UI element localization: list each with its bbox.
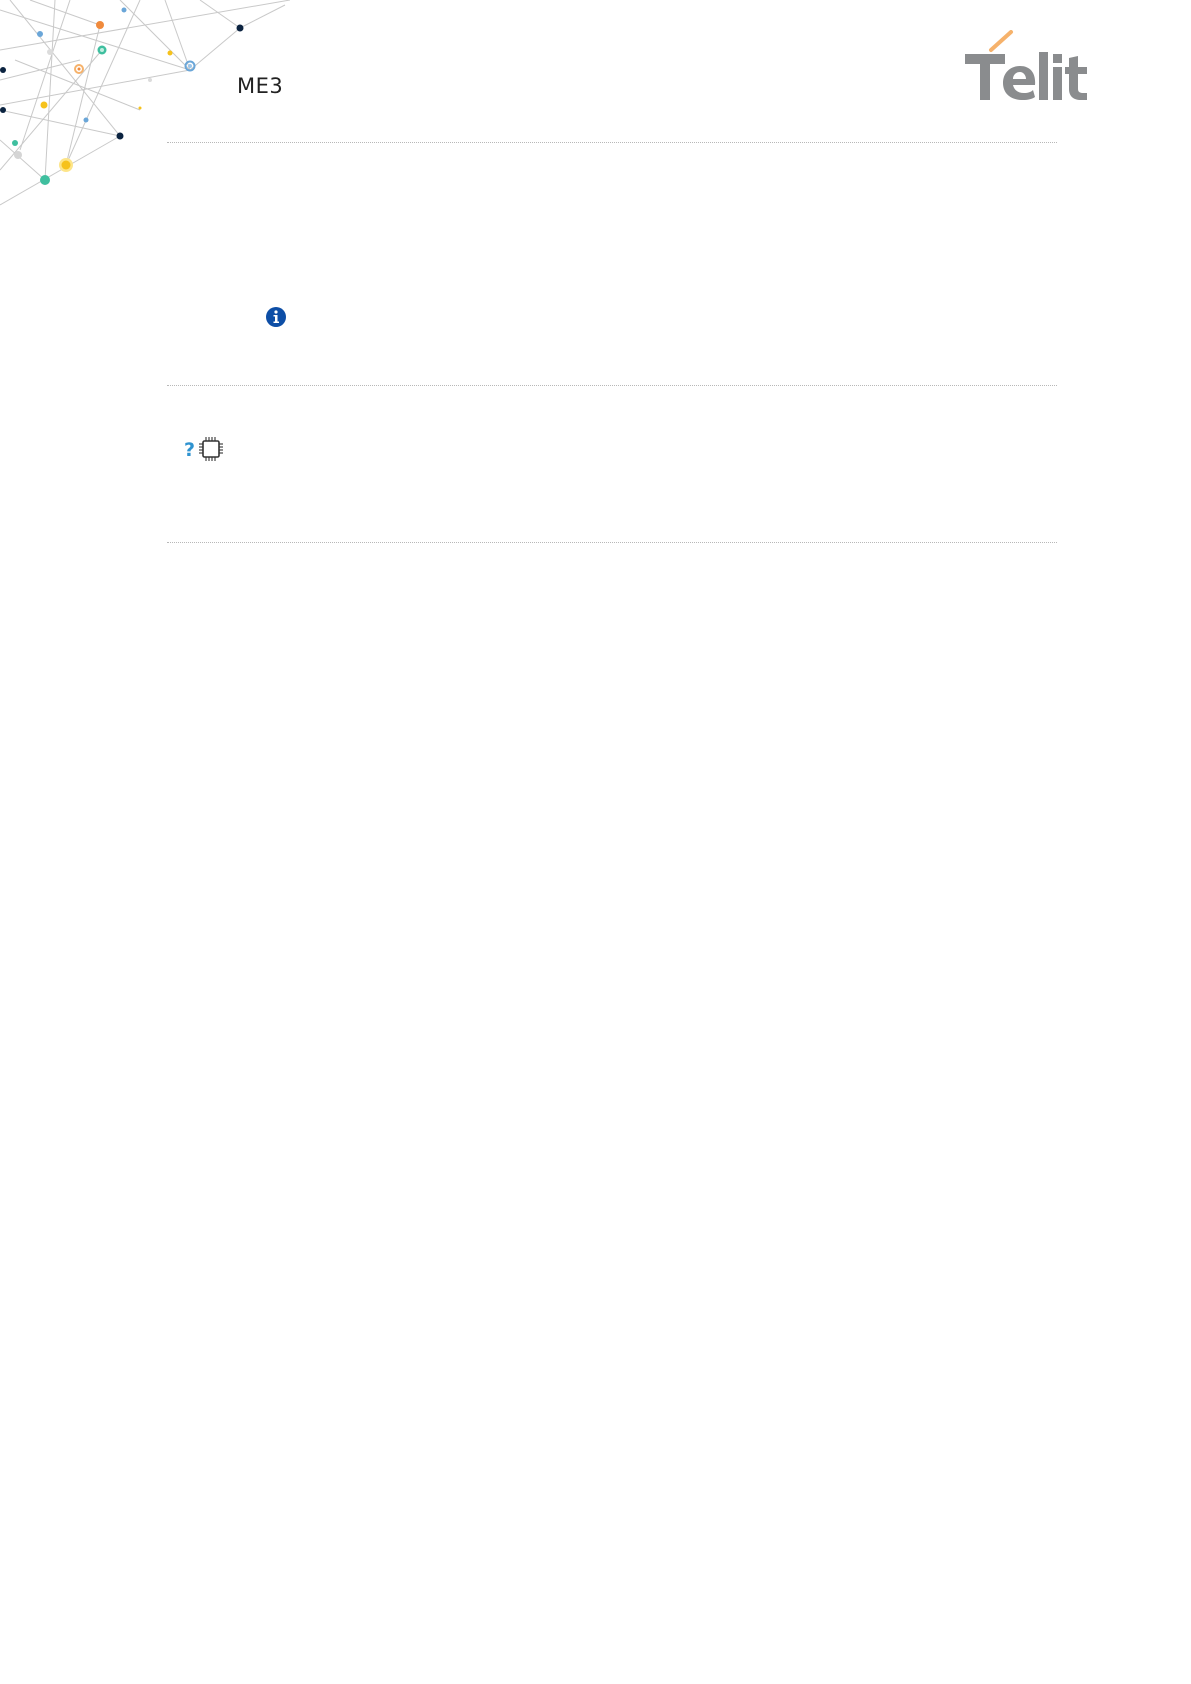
divider-middle (167, 385, 1057, 386)
divider-top (167, 142, 1057, 143)
question-icon: ? (184, 439, 195, 461)
question-chip-icon-group: ? (183, 435, 225, 463)
network-decoration (0, 0, 290, 206)
svg-text:?: ? (184, 439, 195, 461)
info-icon (266, 307, 286, 327)
telit-logo (965, 30, 1087, 100)
header-title: ME3 (237, 74, 284, 98)
chip-icon (199, 437, 223, 461)
divider-bottom (167, 542, 1057, 543)
